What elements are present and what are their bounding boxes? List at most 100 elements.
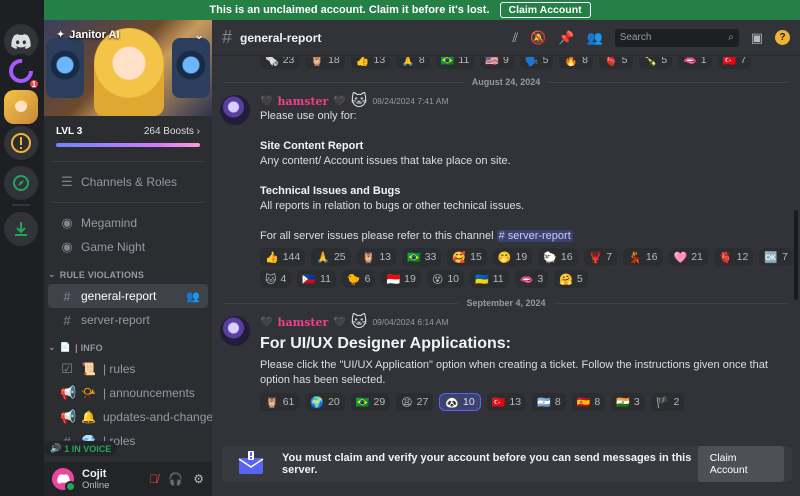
reaction-button[interactable]: 🇵🇭 11 <box>297 270 336 288</box>
reaction-count: 19 <box>404 273 416 285</box>
reaction-emoji-icon: 🙏 <box>316 251 330 264</box>
reaction-button[interactable]: 🇧🇷 33 <box>402 248 442 266</box>
channel-announcements[interactable]: 📢 📯 | announcements <box>48 381 208 405</box>
notification-bell-muted-icon[interactable]: 🔕 <box>530 30 546 46</box>
reaction-button[interactable]: 🆗 7 <box>759 248 793 266</box>
server-banner[interactable]: ✦ Janitor AI ⌄ <box>44 20 212 116</box>
server-name[interactable]: ✦ Janitor AI <box>56 28 120 42</box>
reaction-button[interactable]: 🙏 25 <box>311 248 351 266</box>
reaction-button[interactable]: 🇮🇳 3 <box>611 393 645 411</box>
inbox-icon[interactable]: ▣ <box>751 30 763 46</box>
reaction-button[interactable]: 🤭 19 <box>492 248 533 266</box>
reaction-button[interactable]: 🥰 15 <box>447 248 487 266</box>
category-rule-violations[interactable]: ⌄ RULE VIOLATIONS <box>44 259 212 284</box>
add-member-icon[interactable]: 👥 <box>186 290 200 303</box>
claim-account-button[interactable]: Claim Account <box>697 446 784 482</box>
rail-divider <box>12 204 30 206</box>
reaction-emoji-icon: 🇺🇸 <box>485 57 500 67</box>
reaction-button[interactable]: 🦞 7 <box>583 248 618 266</box>
reaction-button[interactable]: 🇮🇩 19 <box>381 270 421 288</box>
server-icon-c[interactable]: 1 <box>4 54 40 90</box>
user-info[interactable]: Cojit Online <box>82 468 109 491</box>
reaction-button[interactable]: 💃 16 <box>623 248 663 266</box>
reaction-button[interactable]: 😵 10 <box>426 270 465 288</box>
reaction-count: 3 <box>633 396 640 408</box>
boost-progress[interactable]: LVL 3 264 Boosts › <box>44 116 212 153</box>
reaction-button[interactable]: 🦉 13 <box>356 248 397 266</box>
reaction-button[interactable]: 🇺🇸 9 <box>480 57 514 69</box>
help-icon[interactable]: ? <box>775 30 790 45</box>
pin-icon[interactable]: 📌 <box>558 30 574 46</box>
avatar[interactable] <box>220 316 250 346</box>
reaction-button[interactable]: 🇧🇷 11 <box>435 57 475 69</box>
reaction-emoji-icon: 🌍 <box>310 396 325 409</box>
reaction-button[interactable]: 🗣️ 5 <box>519 57 554 69</box>
reaction-button[interactable]: 🐑 16 <box>538 248 578 266</box>
reaction-button[interactable]: 🏴 2 <box>650 393 685 411</box>
server-icon-alert[interactable] <box>4 126 38 160</box>
reaction-count: 7 <box>740 57 747 66</box>
reaction-button[interactable]: 🩷 21 <box>668 248 708 266</box>
avatar[interactable] <box>220 95 250 125</box>
threads-icon[interactable]: ⫽ <box>512 30 518 46</box>
reaction-button[interactable]: 👍 144 <box>260 248 306 266</box>
reaction-button[interactable]: 🫀 5 <box>598 57 633 69</box>
reaction-button[interactable]: 🇺🇦 11 <box>470 270 509 288</box>
voice-channel-game-night[interactable]: ◉ Game Night <box>48 235 208 259</box>
reaction-button[interactable]: 🫦 1 <box>678 57 712 69</box>
voice-channel-megamind[interactable]: ◉ Megamind <box>48 211 208 235</box>
reaction-button[interactable]: 🇦🇷 8 <box>532 393 566 411</box>
reaction-button[interactable]: 🇹🇷 13 <box>486 393 527 411</box>
server-icon-janitor-ai[interactable] <box>4 90 38 124</box>
channel-rules[interactable]: ☑ 📜 | rules <box>48 357 208 381</box>
reaction-button[interactable]: 🔥 8 <box>559 57 593 69</box>
channel-server-report[interactable]: # server-report <box>48 308 208 332</box>
chevron-down-icon[interactable]: ⌄ <box>194 28 204 42</box>
search-input[interactable]: Search ⌕ <box>614 28 739 47</box>
message-author[interactable]: hamster <box>277 316 328 329</box>
channel-mention[interactable]: # server-report <box>496 230 573 242</box>
reaction-button[interactable]: 🦉 18 <box>305 57 345 69</box>
in-voice-indicator[interactable]: 🔊 1 IN VOICE <box>44 441 118 456</box>
reaction-button[interactable]: 🦉 61 <box>260 393 300 411</box>
channel-general-report[interactable]: # general-report 👥 <box>48 284 208 308</box>
reaction-emoji-icon: 🇹🇷 <box>491 396 506 409</box>
reaction-button[interactable]: 👍 13 <box>350 57 391 69</box>
member-list-icon[interactable]: 👥 <box>587 30 603 46</box>
reaction-button[interactable]: 🤗 5 <box>554 270 588 288</box>
reaction-button[interactable]: 😩 27 <box>396 393 434 411</box>
category-info[interactable]: ⌄ 📄 | INFO <box>44 332 212 357</box>
reaction-button[interactable]: 🇹🇷 7 <box>717 57 752 69</box>
reaction-button[interactable]: 🐱 4 <box>260 270 292 288</box>
reaction-count: 18 <box>328 57 340 66</box>
reaction-count: 13 <box>373 57 386 66</box>
reaction-button[interactable]: 🇪🇸 8 <box>571 393 606 411</box>
server-rail: 1 <box>0 0 44 496</box>
reaction-button[interactable]: 🙏 8 <box>396 57 430 69</box>
reaction-button[interactable]: 🫀 12 <box>713 248 754 266</box>
reaction-count: 5 <box>661 57 668 66</box>
reaction-button[interactable]: 🍾 5 <box>638 57 673 69</box>
headphones-icon[interactable]: 🎧 <box>168 472 183 486</box>
discord-home-icon[interactable] <box>4 24 38 58</box>
reaction-button[interactable]: 🗞️ 23 <box>260 57 300 69</box>
reaction-button[interactable]: 🐤 6 <box>341 270 376 288</box>
reaction-button[interactable]: 🫦 3 <box>514 270 549 288</box>
reaction-button[interactable]: 🌍 20 <box>305 393 345 411</box>
reaction-count: 11 <box>320 273 331 285</box>
reaction-emoji-icon: 🇧🇷 <box>440 57 455 67</box>
reaction-emoji-icon: 🫀 <box>718 251 733 264</box>
channel-updates-and-changes[interactable]: 📢 🔔 updates-and-changes <box>48 405 212 429</box>
explore-servers-icon[interactable] <box>4 166 38 200</box>
reaction-count: 10 <box>463 396 475 408</box>
reaction-button[interactable]: 🐼 10 <box>439 393 481 411</box>
gear-icon[interactable]: ⚙ <box>193 472 204 486</box>
avatar[interactable] <box>52 468 76 492</box>
mic-muted-icon[interactable]: 🎙̸ <box>149 472 158 486</box>
reaction-button[interactable]: 🇧🇷 29 <box>350 393 391 411</box>
download-apps-icon[interactable] <box>4 212 38 246</box>
claim-account-button[interactable]: Claim Account <box>499 2 591 18</box>
scrollbar[interactable] <box>794 210 798 300</box>
message-author[interactable]: hamster <box>277 95 328 108</box>
channels-and-roles[interactable]: ☰ Channels & Roles <box>48 170 208 194</box>
